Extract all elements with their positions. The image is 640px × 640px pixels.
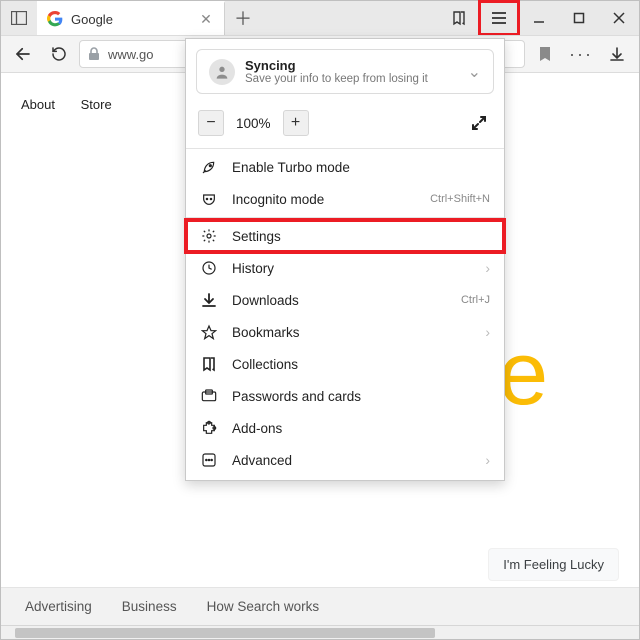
star-icon xyxy=(200,323,218,341)
rocket-icon xyxy=(200,158,218,176)
sync-title: Syncing xyxy=(245,58,458,73)
hamburger-menu-button[interactable] xyxy=(479,1,519,35)
main-menu-dropdown: Syncing Save your info to keep from losi… xyxy=(185,38,505,481)
nav-store[interactable]: Store xyxy=(81,97,112,112)
tab-title: Google xyxy=(71,12,198,27)
chevron-right-icon: › xyxy=(485,452,490,468)
back-button[interactable] xyxy=(7,38,39,70)
card-icon xyxy=(200,387,218,405)
more-button[interactable]: ··· xyxy=(565,38,597,70)
zoom-in-button[interactable]: + xyxy=(283,110,309,136)
window-maximize-button[interactable] xyxy=(559,1,599,35)
sync-subtitle: Save your info to keep from losing it xyxy=(245,73,458,85)
menu-item-passwords[interactable]: Passwords and cards xyxy=(186,380,504,412)
footer-business[interactable]: Business xyxy=(122,599,177,614)
dots-icon xyxy=(200,451,218,469)
avatar-icon xyxy=(209,59,235,85)
url-text: www.go xyxy=(108,47,154,62)
lock-icon xyxy=(88,47,100,61)
footer-how[interactable]: How Search works xyxy=(207,599,320,614)
puzzle-icon xyxy=(200,419,218,437)
menu-item-history[interactable]: History › xyxy=(186,252,504,284)
mask-icon xyxy=(200,190,218,208)
sync-card[interactable]: Syncing Save your info to keep from losi… xyxy=(196,49,494,94)
chevron-right-icon: › xyxy=(485,260,490,276)
chevron-right-icon: › xyxy=(485,324,490,340)
zoom-level: 100% xyxy=(230,116,277,131)
browser-window: Google ✕ ＋ www.go xyxy=(0,0,640,640)
clock-icon xyxy=(200,259,218,277)
menu-item-collections[interactable]: Collections xyxy=(186,348,504,380)
fullscreen-button[interactable] xyxy=(466,110,492,136)
menu-item-bookmarks[interactable]: Bookmarks › xyxy=(186,316,504,348)
scrollbar-thumb[interactable] xyxy=(15,628,435,638)
horizontal-scrollbar[interactable] xyxy=(1,625,639,639)
download-icon xyxy=(200,291,218,309)
zoom-out-button[interactable]: − xyxy=(198,110,224,136)
window-minimize-button[interactable] xyxy=(519,1,559,35)
window-close-button[interactable] xyxy=(599,1,639,35)
bookmark-button[interactable] xyxy=(529,38,561,70)
google-top-nav: About Store xyxy=(21,97,134,112)
reload-button[interactable] xyxy=(43,38,75,70)
flag-icon xyxy=(200,355,218,373)
menu-item-settings[interactable]: Settings xyxy=(186,220,504,252)
shortcut-hint: Ctrl+Shift+N xyxy=(430,193,490,205)
chevron-down-icon: ⌄ xyxy=(468,62,481,82)
menu-item-downloads[interactable]: Downloads Ctrl+J xyxy=(186,284,504,316)
search-buttons-row: I'm Feeling Lucky xyxy=(488,548,619,581)
titlebar: Google ✕ ＋ xyxy=(1,1,639,35)
shortcut-hint: Ctrl+J xyxy=(461,294,490,306)
gear-icon xyxy=(200,227,218,245)
menu-item-addons[interactable]: Add-ons xyxy=(186,412,504,444)
downloads-button[interactable] xyxy=(601,38,633,70)
zoom-row: − 100% + xyxy=(186,104,504,146)
menu-item-incognito[interactable]: Incognito mode Ctrl+Shift+N xyxy=(186,183,504,215)
sidebar-toggle-button[interactable] xyxy=(1,1,37,35)
google-favicon-icon xyxy=(47,11,63,27)
collections-button[interactable] xyxy=(439,1,479,35)
menu-item-turbo[interactable]: Enable Turbo mode xyxy=(186,151,504,183)
tab-close-button[interactable]: ✕ xyxy=(198,11,214,28)
nav-about[interactable]: About xyxy=(21,97,55,112)
tab-google[interactable]: Google ✕ xyxy=(37,1,225,35)
menu-item-advanced[interactable]: Advanced › xyxy=(186,444,504,476)
lucky-button[interactable]: I'm Feeling Lucky xyxy=(488,548,619,581)
new-tab-button[interactable]: ＋ xyxy=(225,1,261,35)
footer-advertising[interactable]: Advertising xyxy=(25,599,92,614)
google-footer: Advertising Business How Search works xyxy=(1,587,639,625)
